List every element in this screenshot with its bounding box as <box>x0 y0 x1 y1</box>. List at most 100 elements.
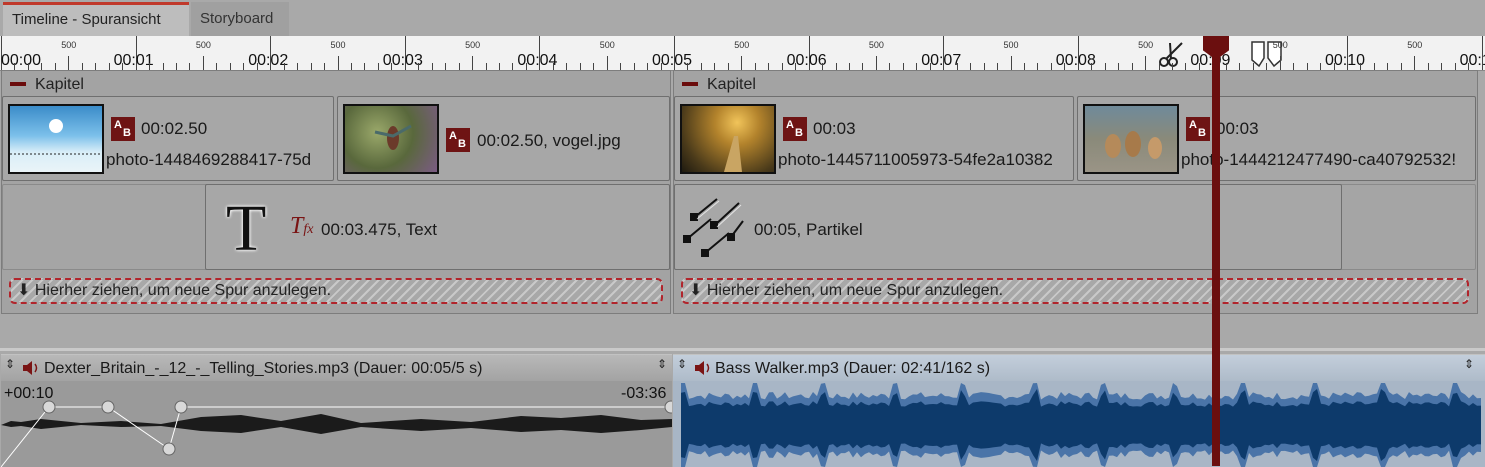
ruler-minor-tick <box>297 63 299 70</box>
ruler-minor-tick <box>835 63 837 70</box>
resize-handle-icon[interactable]: ⇕ <box>657 358 669 376</box>
clip-duration: 00:02.50, vogel.jpg <box>477 131 621 150</box>
ruler-half-label: 500 <box>734 40 750 50</box>
ruler-minor-tick <box>431 63 433 70</box>
ruler-minor-tick <box>1118 63 1120 70</box>
audio-waveform <box>1 400 672 467</box>
ruler-minor-tick <box>1091 63 1093 70</box>
ruler-half-label: 500 <box>1272 40 1288 50</box>
ruler-minor-tick <box>1145 56 1147 70</box>
ruler-minor-tick <box>1279 56 1281 70</box>
ruler-minor-tick <box>875 56 877 70</box>
ruler-minor-tick <box>714 63 716 70</box>
clip-thumbnail <box>1083 104 1179 174</box>
image-clip[interactable]: AB 00:02.50 photo-1448469288417-75d <box>2 96 334 181</box>
resize-handle-icon[interactable]: ⇕ <box>5 358 17 376</box>
tab-timeline[interactable]: Timeline - Spuransicht <box>3 2 189 36</box>
ruler-minor-tick <box>81 63 83 70</box>
ruler-minor-tick <box>700 63 702 70</box>
ruler-minor-tick <box>175 63 177 70</box>
ruler-minor-tick <box>1454 63 1456 70</box>
ab-icon: AB <box>783 117 807 141</box>
ruler-minor-tick <box>606 56 608 70</box>
ruler-time-label: 00:06 <box>786 52 827 69</box>
resize-handle-icon[interactable]: ⇕ <box>677 358 689 376</box>
ruler-minor-tick <box>1104 63 1106 70</box>
ruler-minor-tick <box>202 56 204 70</box>
particle-clip[interactable]: 00:05, Partikel <box>674 184 1342 270</box>
ruler-minor-tick <box>149 63 151 70</box>
ruler-minor-tick <box>458 63 460 70</box>
ruler-minor-tick <box>283 63 285 70</box>
ruler-minor-tick <box>956 63 958 70</box>
ruler-half-label: 500 <box>1407 40 1423 50</box>
ruler-minor-tick <box>1050 63 1052 70</box>
ruler-minor-tick <box>337 56 339 70</box>
ruler-minor-tick <box>243 63 245 70</box>
ruler-minor-tick <box>1239 63 1241 70</box>
ruler-half-label: 500 <box>599 40 615 50</box>
dropzone-label: Hierher ziehen, um neue Spur anzulegen. <box>34 282 332 299</box>
clip-filename: photo-1445711005973-54fe2a10382 <box>778 150 1053 169</box>
ruler-minor-tick <box>68 56 70 70</box>
text-glyph-icon: T <box>226 192 267 265</box>
image-clip[interactable]: AB 00:03 photo-1445711005973-54fe2a10382 <box>674 96 1074 181</box>
ruler-minor-tick <box>1320 63 1322 70</box>
ruler-minor-tick <box>862 63 864 70</box>
ruler-minor-tick <box>687 63 689 70</box>
ruler-minor-tick <box>1293 63 1295 70</box>
resize-handle-icon[interactable]: ⇕ <box>1464 358 1476 376</box>
arrow-down-icon: ⬇ <box>17 282 31 299</box>
ruler-minor-tick <box>983 63 985 70</box>
ruler-half-label: 500 <box>195 40 211 50</box>
ab-icon: AB <box>111 117 135 141</box>
image-clip[interactable]: AB 00:03 photo-1444212477490-ca40792532! <box>1077 96 1476 181</box>
ruler-minor-tick <box>1441 63 1443 70</box>
ruler-minor-tick <box>1225 63 1227 70</box>
collapse-icon[interactable] <box>10 82 26 86</box>
new-track-dropzone[interactable]: ⬇ Hierher ziehen, um neue Spur anzulegen… <box>681 278 1469 304</box>
time-ruler[interactable]: 00:00 00:01 00:02 00:03 00:04 00:05 00:06 00:07… <box>0 36 1485 71</box>
audio-clip-1[interactable]: ⇕ Dexter_Britain_-_12_-_Telling_Stories.… <box>1 354 672 467</box>
text-clip[interactable]: T Tfx 00:03.475, Text <box>205 184 670 270</box>
ruler-time-label: 00:1 <box>1459 52 1485 69</box>
ruler-minor-tick <box>1172 63 1174 70</box>
chapter-title: Kapitel <box>707 76 756 93</box>
clip-thumbnail <box>680 104 776 174</box>
clip-filename: photo-1448469288417-75d <box>106 150 312 169</box>
ruler-minor-tick <box>350 63 352 70</box>
ruler-minor-tick <box>1427 63 1429 70</box>
ruler-minor-tick <box>95 63 97 70</box>
ruler-minor-tick <box>997 63 999 70</box>
ruler-minor-tick <box>552 63 554 70</box>
ruler-minor-tick <box>1306 63 1308 70</box>
playhead[interactable] <box>1212 36 1220 466</box>
ruler-time-label: 00:01 <box>113 52 154 69</box>
ruler-minor-tick <box>1414 56 1416 70</box>
ruler-time-label: 00:08 <box>1055 52 1096 69</box>
ruler-minor-tick <box>1387 63 1389 70</box>
ruler-minor-tick <box>310 63 312 70</box>
ruler-time-label: 00:05 <box>652 52 693 69</box>
audio-clip-2[interactable]: ⇕ Bass Walker.mp3 (Dauer: 02:41/162 s) ⇕ <box>673 354 1485 467</box>
image-clip[interactable]: AB 00:02.50, vogel.jpg <box>337 96 670 181</box>
ruler-minor-tick <box>889 63 891 70</box>
ruler-minor-tick <box>108 63 110 70</box>
ab-icon: AB <box>446 128 470 152</box>
tab-storyboard[interactable]: Storyboard <box>191 2 289 36</box>
ruler-minor-tick <box>1252 63 1254 70</box>
collapse-icon[interactable] <box>682 82 698 86</box>
ruler-minor-tick <box>1266 63 1268 70</box>
ruler-minor-tick <box>499 63 501 70</box>
audio-waveform <box>681 383 1481 467</box>
ruler-minor-tick <box>633 63 635 70</box>
ruler-half-label: 500 <box>868 40 884 50</box>
ruler-minor-tick <box>970 63 972 70</box>
ruler-minor-tick <box>754 63 756 70</box>
ruler-minor-tick <box>1185 63 1187 70</box>
clip-thumbnail <box>343 104 439 174</box>
ruler-half-label: 500 <box>465 40 481 50</box>
scissors-icon[interactable] <box>1156 40 1186 68</box>
new-track-dropzone[interactable]: ⬇ Hierher ziehen, um neue Spur anzulegen… <box>9 278 663 304</box>
track-separator <box>0 348 1485 351</box>
